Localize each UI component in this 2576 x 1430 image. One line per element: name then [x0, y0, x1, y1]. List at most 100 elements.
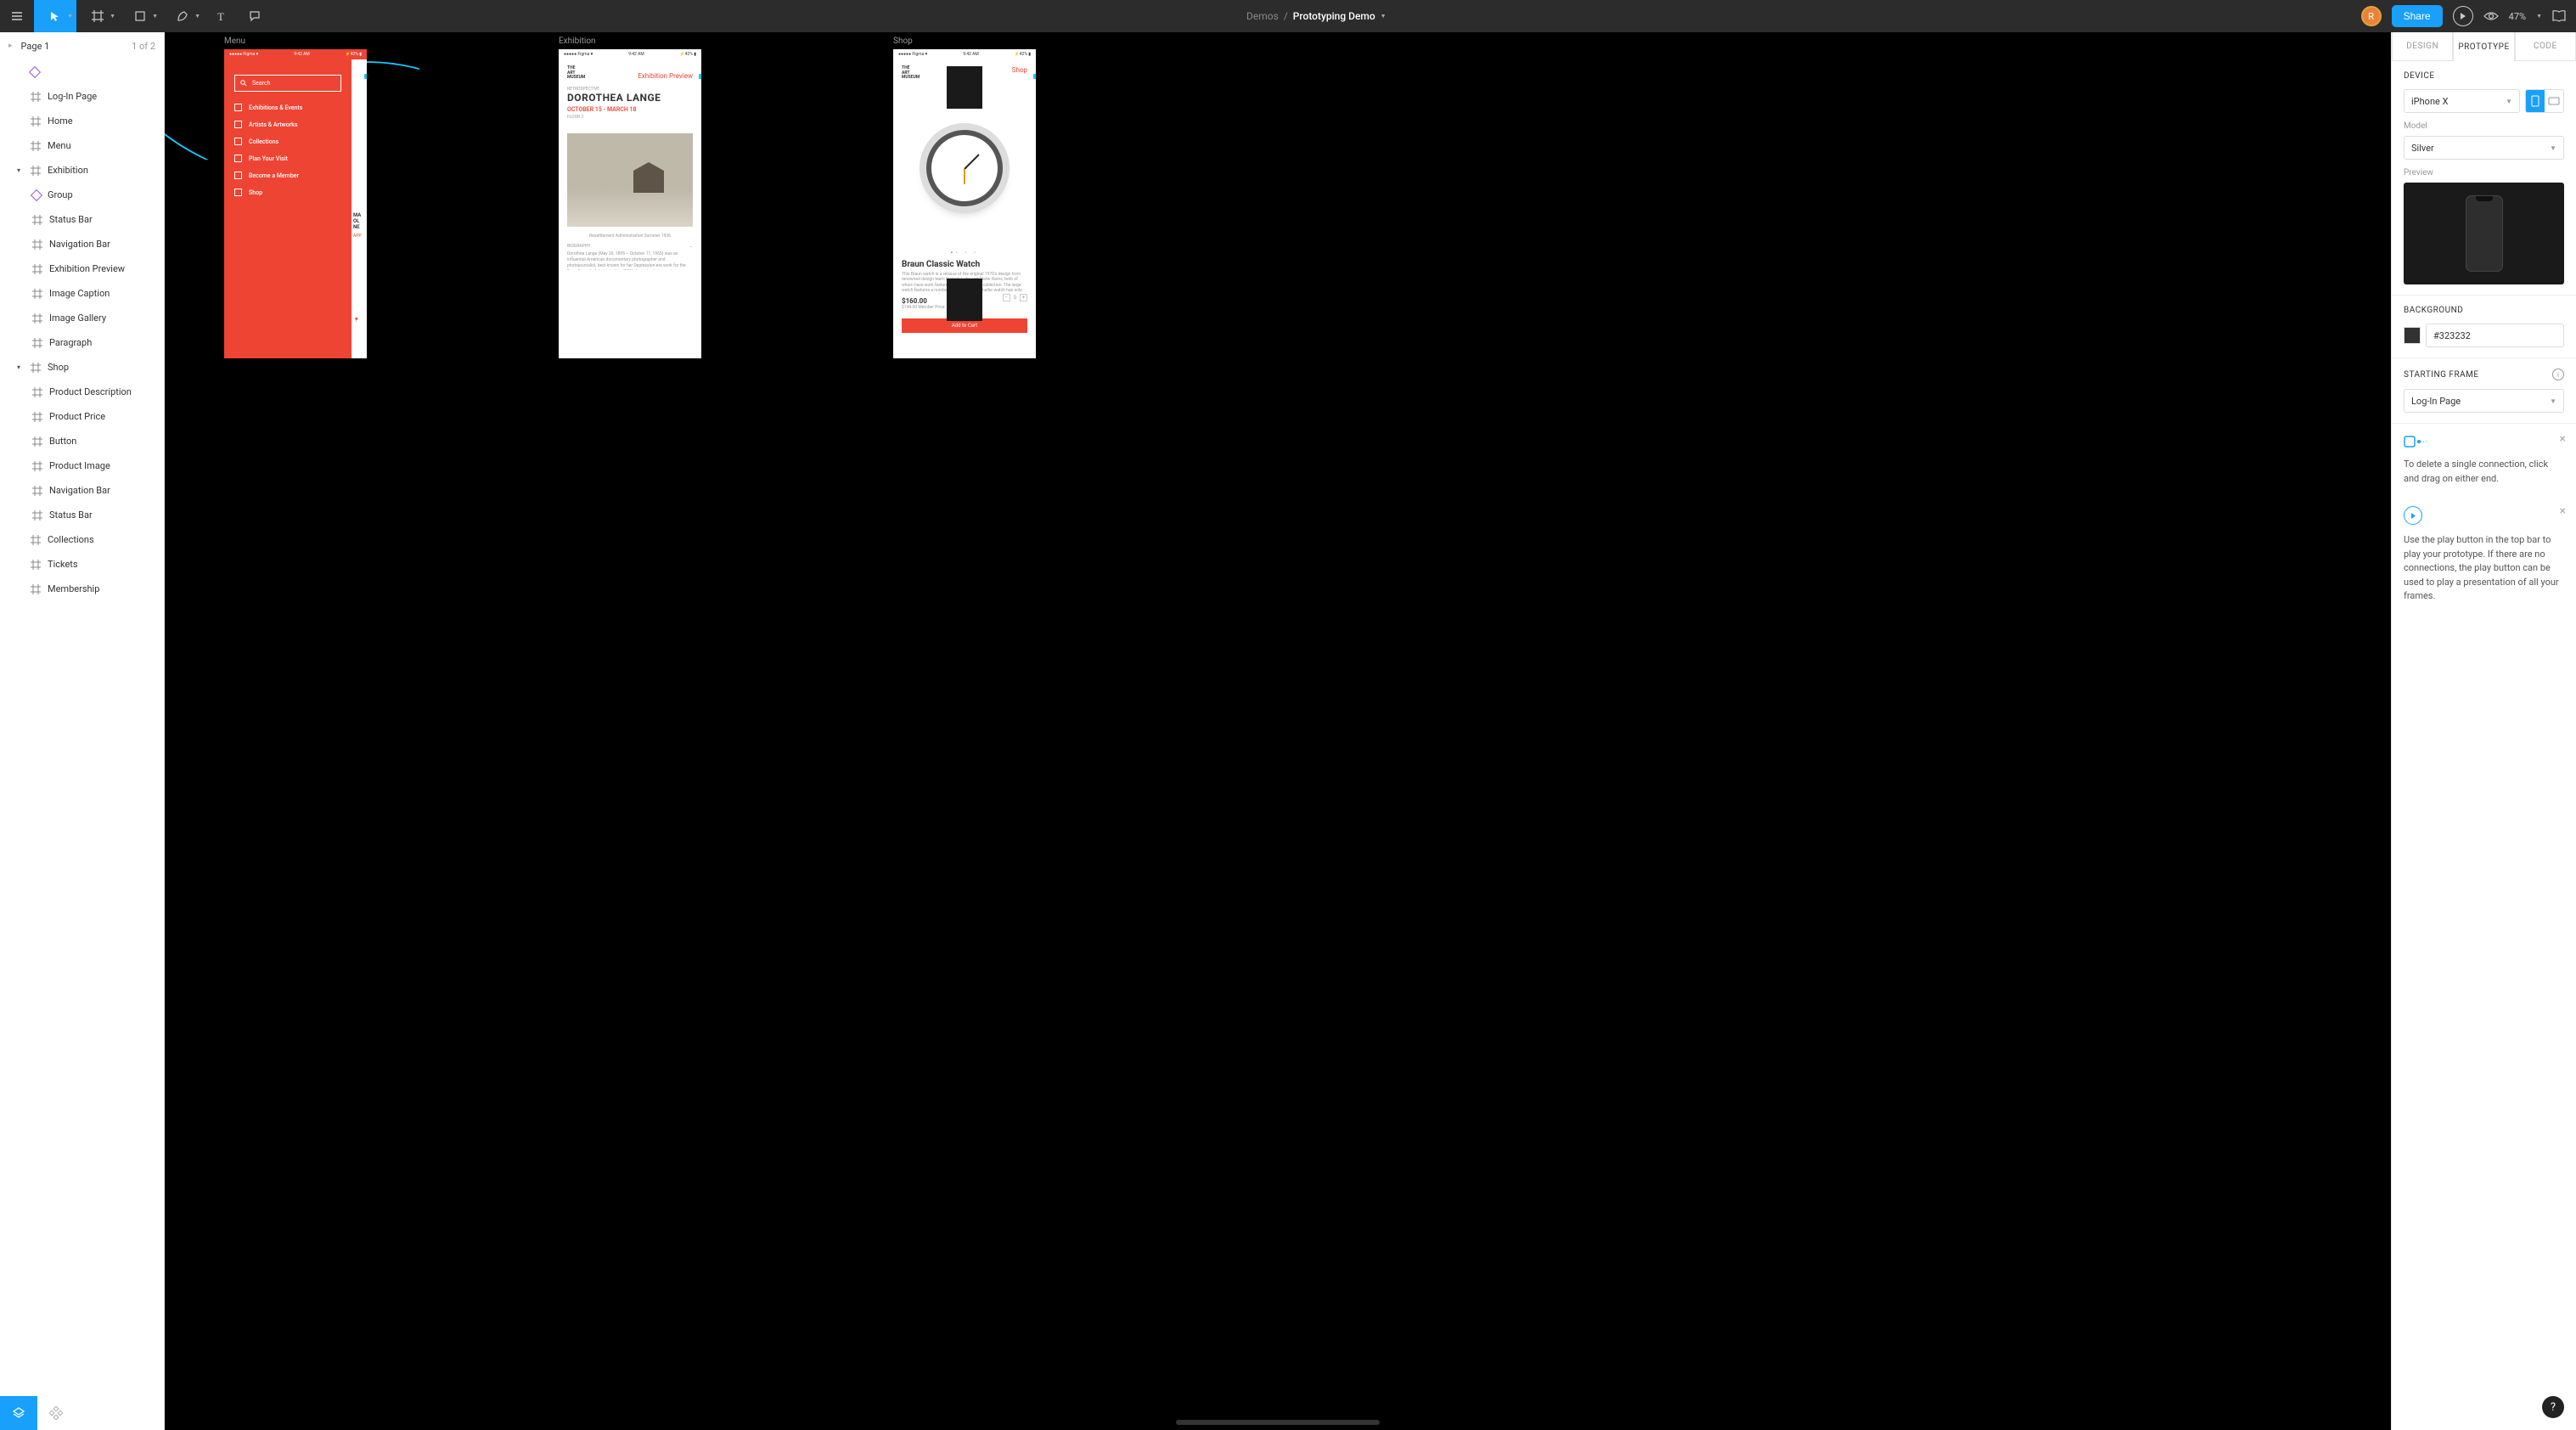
layer-item[interactable]: Image Gallery — [0, 306, 164, 330]
quantity-stepper: − 0 + — [1003, 294, 1027, 301]
info-icon[interactable]: i — [2552, 369, 2564, 380]
prototype-node[interactable] — [363, 73, 367, 80]
components-tab[interactable] — [37, 1396, 75, 1430]
layers-tab[interactable] — [0, 1396, 37, 1430]
section-starting-frame: STARTING FRAME — [2404, 370, 2479, 380]
layer-item[interactable]: Membership — [0, 577, 164, 601]
move-tool[interactable]: ▼ — [34, 0, 76, 32]
frame-label-exhibition[interactable]: Exhibition — [559, 37, 701, 46]
close-icon[interactable]: × — [2560, 504, 2566, 518]
tip-text: Use the play button in the top bar to pl… — [2404, 533, 2564, 604]
orientation-portrait[interactable] — [2526, 90, 2545, 112]
frame-shop[interactable]: ●●●●● Figma ♥9:42 AM⚡42% ▮ THE ART MUSEU… — [893, 49, 1036, 358]
frame-icon — [31, 141, 41, 151]
layer-name: Exhibition — [48, 165, 88, 176]
layer-name: Product Description — [49, 386, 132, 397]
layer-item[interactable]: Exhibition Preview — [0, 256, 164, 281]
layer-item[interactable]: Product Description — [0, 380, 164, 404]
frame-icon — [32, 461, 42, 471]
page-selector[interactable]: ▸Page 1 1 of 2 — [0, 32, 164, 59]
background-swatch[interactable] — [2404, 327, 2421, 344]
device-select[interactable]: iPhone X▼ — [2404, 89, 2520, 113]
comment-tool[interactable] — [238, 0, 272, 32]
layer-item[interactable]: Group — [0, 183, 164, 207]
help-button[interactable]: ? — [2542, 1396, 2564, 1418]
orientation-landscape[interactable] — [2545, 90, 2563, 112]
top-toolbar: ▼ ▼ ▼ ▼ T Demos / Prototypi — [0, 0, 2576, 32]
breadcrumb-current[interactable]: Prototyping Demo — [1293, 10, 1375, 22]
layer-item[interactable] — [0, 59, 164, 84]
layer-name: Shop — [48, 362, 69, 373]
frame-exhibition[interactable]: ●●●●● Figma ♥9:42 AM⚡42% ▮ THE ART MUSEU… — [559, 49, 701, 358]
exhibition-title: DOROTHEA LANGE — [567, 92, 693, 104]
layer-name: Tickets — [48, 559, 78, 570]
play-button[interactable] — [2453, 6, 2473, 26]
layer-item[interactable]: Home — [0, 109, 164, 133]
zoom-level[interactable]: 47% — [2509, 11, 2526, 22]
layer-name: Navigation Bar — [49, 485, 110, 496]
chevron-down-icon: ▼ — [152, 13, 158, 20]
pen-tool[interactable]: ▼ — [161, 0, 204, 32]
layer-item[interactable]: Status Bar — [0, 207, 164, 232]
layer-item[interactable]: Product Image — [0, 453, 164, 478]
prototype-node[interactable] — [1032, 73, 1036, 80]
frame-icon — [32, 510, 42, 521]
text-tool[interactable]: T — [204, 0, 238, 32]
layer-name: Product Price — [49, 411, 105, 422]
frame-tool[interactable]: ▼ — [76, 0, 119, 32]
museum-logo: THE ART MUSEUM — [902, 66, 920, 81]
shape-tool[interactable]: ▼ — [119, 0, 161, 32]
chevron-down-icon[interactable]: ▼ — [2536, 13, 2542, 20]
chevron-down-icon: ▼ — [2506, 98, 2512, 105]
view-settings-icon[interactable] — [2483, 11, 2499, 21]
layer-item[interactable]: Navigation Bar — [0, 232, 164, 256]
component-icon — [29, 65, 41, 77]
horizontal-scrollbar[interactable] — [1176, 1420, 1380, 1425]
layer-name: Home — [48, 115, 73, 127]
status-bar: ●●●●● Figma ♥9:42 AM⚡42% ▮ — [893, 49, 1036, 59]
tab-design[interactable]: DESIGN — [2392, 32, 2453, 61]
layer-item[interactable]: Image Caption — [0, 281, 164, 306]
tab-code[interactable]: CODE — [2515, 32, 2576, 61]
frame-icon — [32, 486, 42, 496]
layer-name: Image Caption — [49, 288, 110, 299]
layer-item[interactable]: Button — [0, 429, 164, 453]
user-avatar[interactable]: R — [2361, 6, 2382, 26]
layer-item[interactable]: Product Price — [0, 404, 164, 429]
layer-item[interactable]: Paragraph — [0, 330, 164, 355]
layer-name: Paragraph — [49, 337, 92, 348]
menu-item: Become a Member — [234, 172, 341, 179]
canvas[interactable]: Menu ●●●●● Figma ♥9:42 AM⚡42% ▮ Search E… — [165, 32, 2391, 1430]
layer-item[interactable]: Status Bar — [0, 503, 164, 527]
frame-icon — [32, 387, 42, 397]
book-icon[interactable] — [2552, 10, 2566, 22]
close-icon[interactable]: × — [2560, 432, 2566, 446]
search-field: Search — [234, 75, 341, 92]
frame-menu[interactable]: ●●●●● Figma ♥9:42 AM⚡42% ▮ Search Exhibi… — [224, 49, 367, 358]
model-select[interactable]: Silver▼ — [2404, 136, 2564, 160]
tab-prototype[interactable]: PROTOTYPE — [2453, 32, 2514, 61]
layer-item[interactable]: ▾Exhibition — [0, 158, 164, 183]
share-button[interactable]: Share — [2392, 5, 2443, 27]
chevron-down-icon[interactable]: ▼ — [1381, 13, 1386, 20]
layer-name: Log-In Page — [48, 91, 97, 102]
search-icon — [240, 80, 247, 87]
chevron-down-icon: ▼ — [194, 13, 200, 20]
menu-item: Plan Your Visit — [234, 155, 341, 162]
layer-item[interactable]: Navigation Bar — [0, 478, 164, 503]
layer-item[interactable]: Tickets — [0, 552, 164, 577]
layer-item[interactable]: ▾Shop — [0, 355, 164, 380]
frame-icon — [31, 363, 41, 373]
breadcrumb-parent[interactable]: Demos — [1246, 10, 1279, 22]
layer-item[interactable]: Log-In Page — [0, 84, 164, 109]
prototype-node[interactable] — [698, 73, 701, 80]
frame-icon — [31, 584, 41, 594]
background-input[interactable]: #323232 — [2426, 324, 2564, 347]
frame-label-shop[interactable]: Shop — [893, 37, 1036, 46]
frame-label-menu[interactable]: Menu — [224, 37, 367, 46]
main-menu-button[interactable] — [0, 0, 34, 32]
layer-item[interactable]: Menu — [0, 133, 164, 158]
layer-name: Exhibition Preview — [49, 263, 125, 274]
starting-frame-select[interactable]: Log-In Page▼ — [2404, 389, 2564, 413]
layer-item[interactable]: Collections — [0, 527, 164, 552]
